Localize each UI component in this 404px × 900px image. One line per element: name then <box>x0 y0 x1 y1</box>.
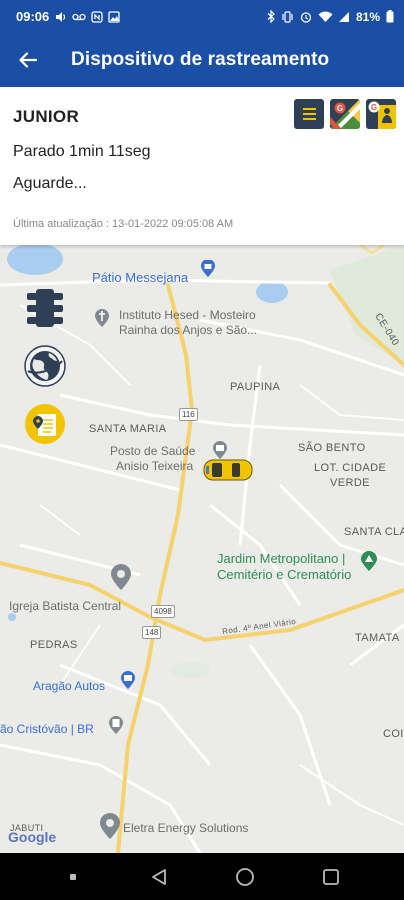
alarm-icon <box>300 11 312 23</box>
map-label-instituto-2: Rainha dos Anjos e São... <box>119 323 258 337</box>
poi-marker-icon <box>201 260 215 277</box>
recents-square-icon <box>323 868 339 885</box>
map-label-lot-2: VERDE <box>330 477 370 489</box>
svg-text:G: G <box>371 103 377 112</box>
map-label-paupina: PAUPINA <box>230 381 281 393</box>
vehicle-info-card: JUNIOR Parado 1min 11seg Aguarde... Últi… <box>0 87 404 245</box>
map-type-button[interactable] <box>24 345 66 387</box>
back-button[interactable] <box>0 33 56 87</box>
menu-icon-bar <box>302 113 316 115</box>
google-maps-button[interactable]: G <box>330 99 360 129</box>
battery-percent: 81% <box>355 9 380 24</box>
address-icon <box>25 404 65 444</box>
bluetooth-icon <box>267 10 275 23</box>
map-label-jardim: Jardim Metropolitano | <box>217 551 346 566</box>
nav-home-button[interactable] <box>233 865 257 889</box>
google-logo: Google <box>8 829 57 845</box>
menu-button[interactable] <box>294 99 324 129</box>
system-nav-bar <box>0 853 404 900</box>
map-label-sao-bento: SÃO BENTO <box>298 442 366 454</box>
nav-back-button[interactable] <box>147 865 171 889</box>
map-label-tamata: TAMATA <box>355 632 400 644</box>
card-actions: G G <box>294 99 396 129</box>
nav-menu-button[interactable] <box>61 865 85 889</box>
status-time: 09:06 <box>16 9 50 24</box>
voicemail-icon <box>72 13 86 20</box>
gallery-icon <box>108 10 120 23</box>
map-label-eletra: Eletra Energy Solutions <box>123 821 249 835</box>
vehicle-car-icon[interactable] <box>202 457 254 483</box>
poi-marker-icon <box>109 716 123 734</box>
map-label-igreja: Igreja Batista Central <box>9 599 122 613</box>
map-label-instituto: Instituto Hesed - Mosteiro <box>119 308 256 322</box>
signal-icon <box>338 11 349 22</box>
google-maps-icon: G <box>330 99 360 129</box>
street-view-button[interactable]: G <box>366 99 396 129</box>
menu-icon-bar <box>302 108 316 110</box>
map-label-posto: Posto de Saúde <box>110 444 196 458</box>
map-label-lot: LOT. CIDADE <box>314 462 387 474</box>
poi-marker-icon <box>111 564 131 590</box>
page-title: Dispositivo de rastreamento <box>71 49 330 70</box>
nfc-icon <box>91 10 103 23</box>
app-bar: Dispositivo de rastreamento <box>0 33 404 87</box>
road-shield-4098: 4098 <box>151 605 175 618</box>
menu-icon-bar <box>302 118 316 120</box>
arrow-left-icon <box>19 52 37 68</box>
map-label-pedras: PEDRAS <box>30 639 78 651</box>
volume-icon <box>56 11 66 22</box>
battery-icon <box>386 10 394 23</box>
road-shield-148: 148 <box>142 626 162 639</box>
globe-icon <box>24 345 66 387</box>
poi-marker-icon <box>121 671 135 689</box>
vibrate-icon <box>282 10 293 23</box>
map-label-patio: Pátio Messejana <box>92 270 189 285</box>
vehicle-name: JUNIOR <box>13 107 80 126</box>
back-triangle-icon <box>152 868 166 885</box>
last-update: Última atualização : 13-01-2022 09:05:08… <box>13 218 234 230</box>
vehicle-status: Parado 1min 11seg <box>13 143 151 160</box>
map-label-santa-cla: SANTA CLA <box>344 526 404 538</box>
status-left-icons <box>55 10 120 23</box>
screen: 09:06 81% Dispositivo de rastreamento JU… <box>0 0 404 900</box>
map-view[interactable]: Pátio Messejana Instituto Hesed - Mostei… <box>0 245 404 853</box>
map-label-aragao: Aragão Autos <box>33 679 106 693</box>
wifi-icon <box>318 11 333 22</box>
road-shield-116: 116 <box>179 408 198 421</box>
map-label-coi: COI <box>383 728 404 740</box>
home-circle-icon <box>236 867 254 886</box>
status-right-icons: 81% <box>267 10 394 24</box>
poi-marker-icon <box>100 813 120 839</box>
google-street-view-icon: G <box>366 99 396 129</box>
status-bar: 09:06 81% <box>0 0 404 33</box>
address-button[interactable] <box>24 403 66 445</box>
nav-recents-button[interactable] <box>319 865 343 889</box>
map-label-jardim-2: Cemitério e Crematório <box>217 567 352 582</box>
map-label-santa-maria: SANTA MARIA <box>89 423 167 435</box>
map-label-posto-2: Anisio Teixeira <box>116 459 194 473</box>
poi-marker-icon <box>361 551 377 571</box>
traffic-layer-button[interactable] <box>24 287 66 329</box>
vehicle-address: Aguarde... <box>13 175 87 192</box>
svg-text:G: G <box>337 104 343 113</box>
poi-marker-icon <box>95 309 109 327</box>
traffic-light-icon <box>27 289 63 327</box>
map-label-sao-cristovao: ão Cristóvão | BR <box>0 722 94 736</box>
menu-dot-icon <box>70 873 76 880</box>
